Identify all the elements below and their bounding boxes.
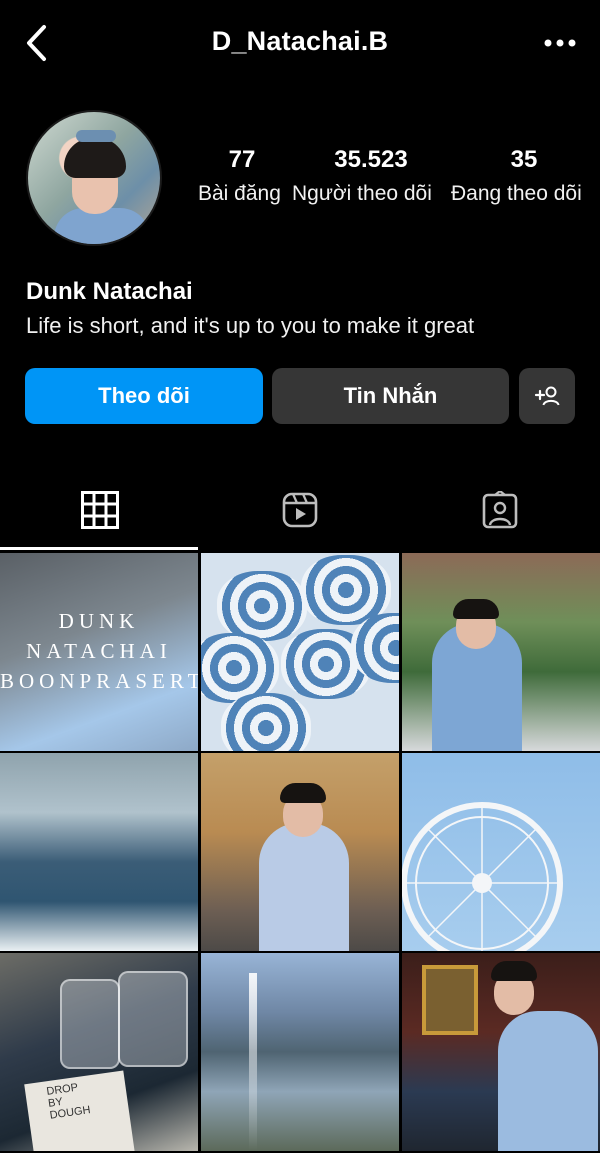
suggest-users-button[interactable] — [519, 368, 575, 424]
reels-icon — [282, 492, 318, 528]
top-bar: D_Natachai.B — [0, 0, 600, 88]
display-name: Dunk Natachai — [26, 278, 193, 305]
followers-label[interactable]: Người theo dõi — [292, 182, 432, 206]
following-count[interactable]: 35 — [501, 146, 547, 174]
post-text-line: NATACHAI — [26, 639, 172, 663]
posts-count: 77 — [228, 146, 256, 173]
active-tab-indicator — [0, 547, 198, 550]
grid-icon — [81, 491, 119, 529]
post-tile[interactable]: DUNK NATACHAI BOONPRASERT — [0, 553, 198, 751]
ellipsis-icon — [544, 39, 576, 47]
profile-stats: 77 Bài đăng 35.523 Người theo dõi 35 Đan… — [196, 146, 600, 216]
post-tile[interactable] — [201, 553, 399, 751]
ferris-wheel-graphic — [402, 802, 563, 951]
post-tile[interactable]: DROP BY DOUGH — [0, 953, 198, 1151]
tab-reels[interactable] — [200, 470, 400, 550]
profile-username: D_Natachai.B — [211, 26, 389, 56]
profile-bio: Life is short, and it's up to you to mak… — [26, 313, 475, 338]
followers-count[interactable]: 35.523 — [316, 146, 426, 174]
post-tile[interactable] — [201, 953, 399, 1151]
more-options-button[interactable] — [540, 26, 580, 60]
post-tile[interactable] — [402, 753, 600, 951]
follow-button[interactable]: Theo dõi — [25, 368, 263, 424]
post-tile[interactable] — [0, 753, 198, 951]
posts-grid: DUNK NATACHAI BOONPRASERT DROP BY DOUGH — [0, 553, 600, 1153]
post-tile[interactable] — [402, 553, 600, 751]
posts-label: Bài đăng — [198, 182, 281, 205]
post-text-line: DUNK — [58, 609, 140, 633]
post-tile[interactable] — [201, 753, 399, 951]
message-button[interactable]: Tin Nhắn — [272, 368, 509, 424]
tagged-person-icon — [482, 491, 518, 529]
post-text-line: BOONPRASERT — [0, 669, 198, 693]
tab-grid[interactable] — [0, 470, 200, 550]
tab-tagged[interactable] — [400, 470, 600, 550]
following-label[interactable]: Đang theo dõi — [451, 182, 582, 206]
profile-tabs — [0, 470, 600, 550]
add-person-icon — [534, 386, 560, 406]
profile-avatar[interactable] — [26, 110, 162, 246]
post-tile[interactable] — [402, 953, 600, 1151]
